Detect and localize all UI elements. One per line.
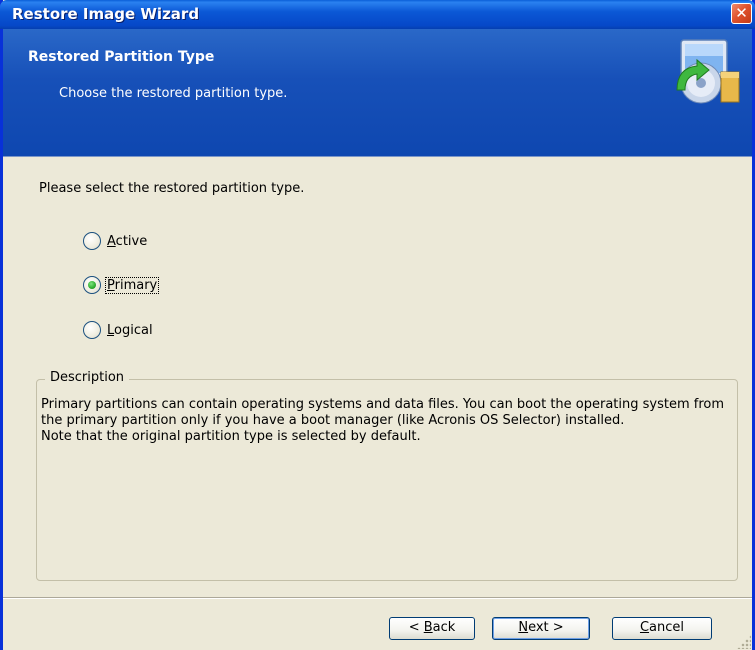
wizard-content: Please select the restored partition typ… bbox=[3, 157, 752, 595]
radio-logical-circle[interactable] bbox=[83, 321, 101, 339]
footer-divider bbox=[3, 597, 752, 599]
close-icon: ✕ bbox=[735, 4, 748, 22]
cancel-button[interactable]: Cancel bbox=[612, 617, 712, 640]
resize-grip[interactable] bbox=[737, 635, 751, 649]
description-line: Primary partitions can contain operating… bbox=[41, 397, 725, 428]
radio-active-circle[interactable] bbox=[83, 232, 101, 250]
step-subtitle: Choose the restored partition type. bbox=[59, 86, 288, 101]
radio-active-label[interactable]: Active bbox=[106, 234, 148, 249]
description-line: Note that the original partition type is… bbox=[41, 429, 421, 444]
description-legend: Description bbox=[45, 370, 130, 385]
prompt-text: Please select the restored partition typ… bbox=[39, 181, 305, 196]
restore-image-icon bbox=[676, 39, 740, 104]
back-button[interactable]: < Back bbox=[389, 617, 475, 640]
radio-primary-circle[interactable] bbox=[83, 276, 101, 294]
radio-primary-label[interactable]: Primary bbox=[104, 276, 160, 294]
radio-active[interactable]: Active bbox=[83, 230, 148, 252]
wizard-header: Restored Partition Type Choose the resto… bbox=[3, 29, 752, 157]
wizard-window: Restore Image Wizard ✕ Restored Partitio… bbox=[0, 0, 755, 650]
description-group: Description Primary partitions can conta… bbox=[36, 370, 738, 581]
next-button[interactable]: Next > bbox=[492, 617, 590, 640]
step-title: Restored Partition Type bbox=[28, 49, 215, 65]
radio-logical-label[interactable]: Logical bbox=[106, 323, 154, 338]
title-bar[interactable]: Restore Image Wizard ✕ bbox=[0, 0, 755, 29]
close-button[interactable]: ✕ bbox=[731, 3, 752, 24]
radio-logical[interactable]: Logical bbox=[83, 319, 154, 341]
description-text: Primary partitions can contain operating… bbox=[41, 397, 733, 445]
radio-primary[interactable]: Primary bbox=[83, 274, 160, 296]
window-title: Restore Image Wizard bbox=[12, 5, 200, 23]
